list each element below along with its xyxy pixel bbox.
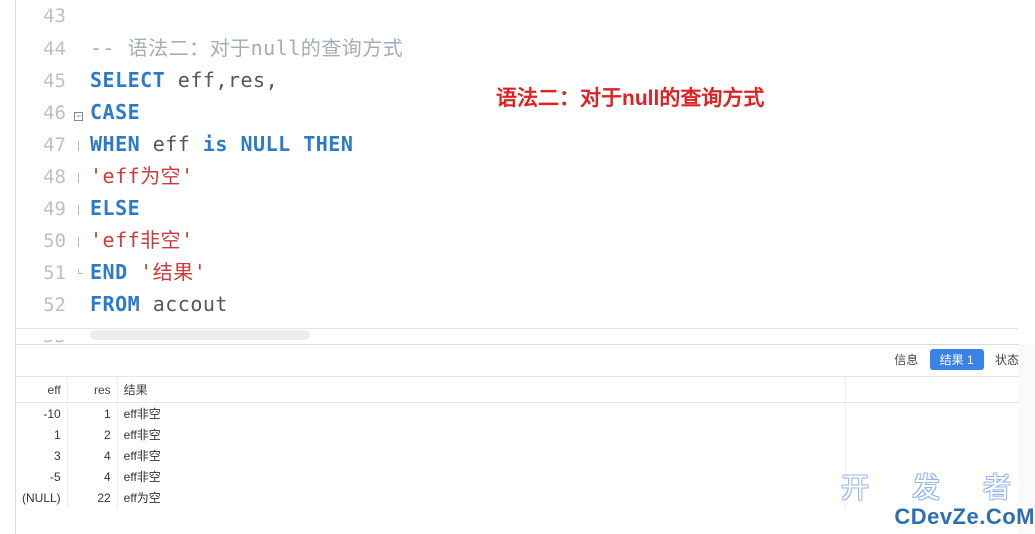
code-line[interactable]: 50 'eff非空' — [16, 224, 1035, 256]
fold-gutter[interactable]: − — [74, 100, 88, 121]
code-line[interactable]: 43 — [16, 0, 1035, 32]
column-header[interactable]: 结果 — [117, 377, 845, 403]
code-content[interactable]: -- 语法二：对于null的查询方式 — [88, 32, 403, 64]
table-row[interactable]: -101eff非空 — [16, 403, 1035, 425]
window-left-rail — [0, 0, 16, 534]
code-line[interactable]: 48 'eff为空' — [16, 160, 1035, 192]
table-row[interactable]: (NULL)22eff为空 — [16, 487, 1035, 508]
code-line[interactable]: 52 FROM accout — [16, 288, 1035, 320]
table-row[interactable]: -54eff非空 — [16, 466, 1035, 487]
inline-annotation: 语法二：对于null的查询方式 — [496, 82, 764, 112]
results-vertical-scrollbar[interactable] — [1019, 344, 1035, 534]
fold-gutter — [74, 173, 88, 183]
line-number: 48 — [16, 161, 74, 193]
fold-gutter — [74, 45, 88, 55]
cell-result[interactable]: eff非空 — [117, 403, 845, 425]
code-content[interactable]: SELECT eff,res, — [88, 64, 278, 96]
code-content[interactable]: WHEN eff is NULL THEN — [88, 128, 353, 160]
cell-result[interactable]: eff非空 — [117, 466, 845, 487]
code-line[interactable]: 44 -- 语法二：对于null的查询方式 — [16, 32, 1035, 64]
table-row[interactable]: 12eff非空 — [16, 424, 1035, 445]
code-content[interactable]: 'eff非空' — [88, 224, 194, 256]
code-content[interactable]: END '结果' — [88, 256, 206, 288]
fold-gutter — [74, 301, 88, 311]
fold-gutter — [74, 269, 88, 279]
code-line[interactable]: 47 WHEN eff is NULL THEN — [16, 128, 1035, 160]
cell-res[interactable]: 2 — [67, 424, 117, 445]
fold-gutter — [74, 77, 88, 87]
fold-gutter — [74, 205, 88, 215]
line-number: 49 — [16, 193, 74, 225]
cell-result[interactable]: eff非空 — [117, 424, 845, 445]
line-number: 45 — [16, 65, 74, 97]
cell-res[interactable]: 22 — [67, 487, 117, 508]
fold-gutter — [74, 237, 88, 247]
cell-eff[interactable]: (NULL) — [16, 487, 67, 508]
results-panel: 信息 结果 1 状态 effres结果 -101eff非空12eff非空34ef… — [16, 344, 1035, 534]
code-content[interactable]: 'eff为空' — [88, 160, 194, 192]
line-number: 44 — [16, 33, 74, 65]
cell-eff[interactable]: 3 — [16, 445, 67, 466]
line-number: 52 — [16, 289, 74, 321]
code-content[interactable]: FROM accout — [88, 288, 228, 320]
cell-res[interactable]: 4 — [67, 445, 117, 466]
fold-gutter — [74, 12, 88, 22]
fold-collapse-icon[interactable]: − — [74, 112, 83, 121]
cell-result[interactable]: eff非空 — [117, 445, 845, 466]
result-table[interactable]: effres结果 -101eff非空12eff非空34eff非空-54eff非空… — [16, 376, 1035, 508]
column-header[interactable]: eff — [16, 377, 67, 403]
line-number: 50 — [16, 225, 74, 257]
tab-result1[interactable]: 结果 1 — [930, 349, 984, 370]
line-number: 47 — [16, 129, 74, 161]
code-editor[interactable]: 4344-- 语法二：对于null的查询方式45SELECT eff,res,4… — [16, 0, 1035, 344]
fold-gutter — [74, 141, 88, 151]
tab-info[interactable]: 信息 — [886, 349, 926, 370]
code-content[interactable]: CASE — [88, 96, 140, 128]
line-number: 51 — [16, 257, 74, 289]
table-row[interactable]: 34eff非空 — [16, 445, 1035, 466]
result-tabs: 信息 结果 1 状态 — [16, 345, 1035, 376]
cell-eff[interactable]: -5 — [16, 466, 67, 487]
cell-res[interactable]: 1 — [67, 403, 117, 425]
line-number: 46 — [16, 97, 74, 129]
editor-horizontal-scrollbar[interactable] — [16, 328, 1018, 342]
line-number: 43 — [16, 0, 74, 32]
column-header[interactable]: res — [67, 377, 117, 403]
code-line[interactable]: 51 END '结果' — [16, 256, 1035, 288]
cell-eff[interactable]: -10 — [16, 403, 67, 425]
code-content[interactable]: ELSE — [88, 192, 140, 224]
cell-result[interactable]: eff为空 — [117, 487, 845, 508]
cell-res[interactable]: 4 — [67, 466, 117, 487]
cell-eff[interactable]: 1 — [16, 424, 67, 445]
code-line[interactable]: 49 ELSE — [16, 192, 1035, 224]
